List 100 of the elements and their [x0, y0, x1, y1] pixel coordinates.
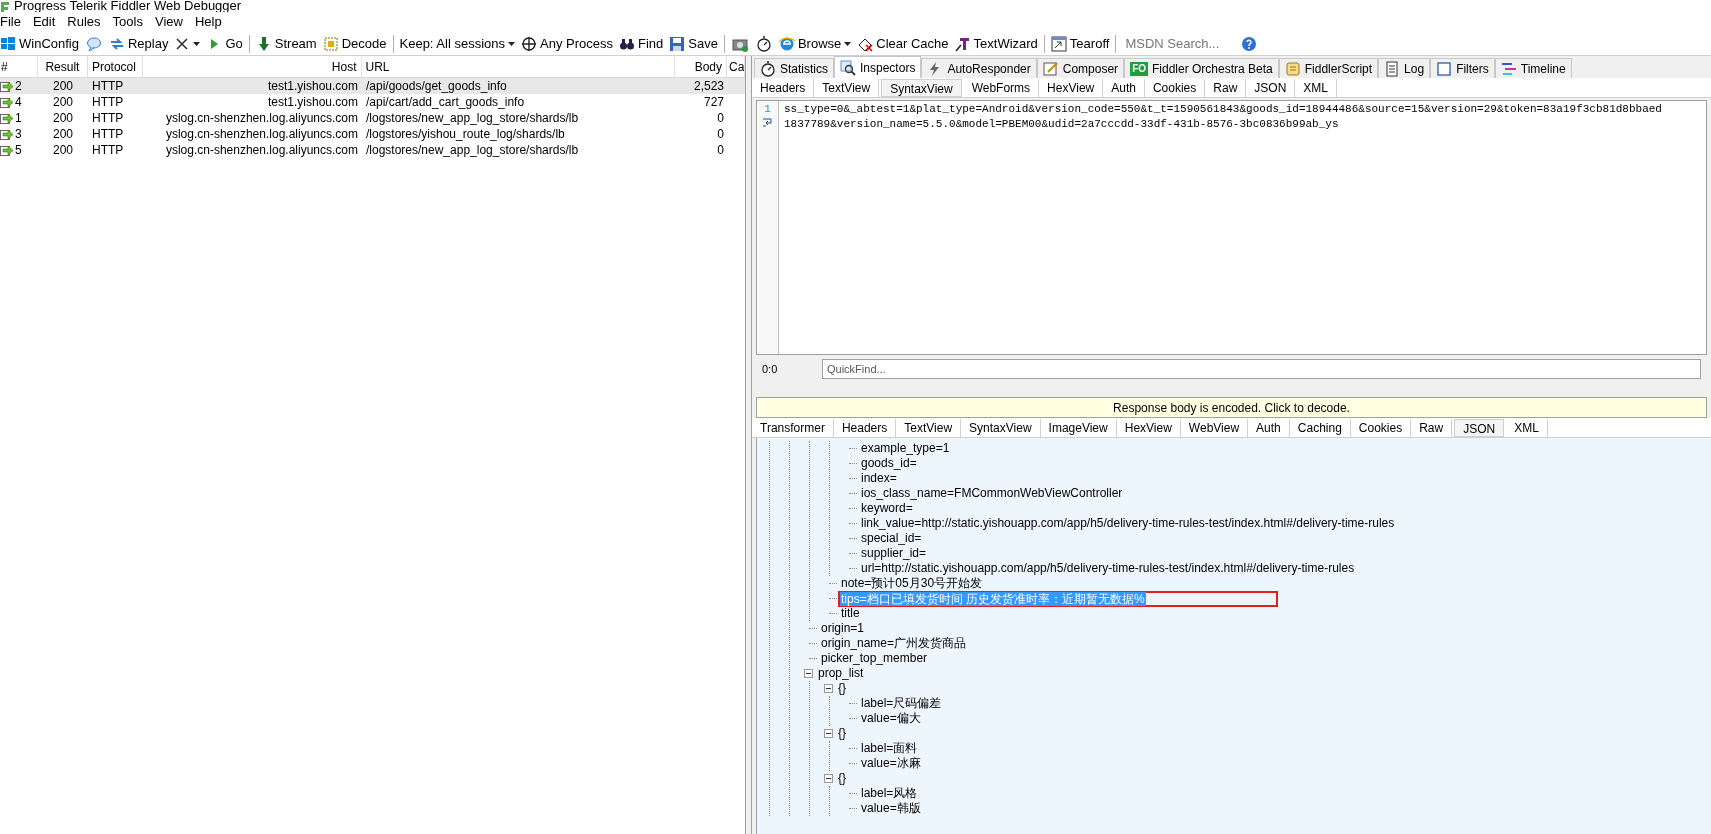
inspector-tab[interactable]: Timeline — [1494, 58, 1572, 78]
tree-node[interactable]: label=面料 — [860, 741, 919, 756]
tree-node[interactable]: keyword= — [860, 501, 914, 516]
inspector-tab[interactable]: FO Fiddler Orchestra Beta — [1124, 58, 1279, 78]
view-tab[interactable]: Transformer — [752, 418, 834, 437]
view-tab[interactable]: Headers — [833, 418, 897, 437]
session-row[interactable]: 1 200 HTTP yslog.cn-shenzhen.log.aliyuncs.com /logstores/new_app_log_store/shards/lb 0 — [0, 110, 745, 126]
tree-node[interactable]: label=风格 — [860, 786, 919, 801]
column-header[interactable]: Ca — [727, 56, 746, 77]
tree-node[interactable]: goods_id= — [860, 456, 918, 471]
table-cell: 5 — [15, 142, 22, 158]
toolbar-dropdown[interactable]: Keep: All sessions — [399, 32, 515, 55]
view-tab[interactable]: WebForms — [963, 78, 1040, 97]
decode-banner[interactable]: Response body is encoded. Click to decode. — [756, 397, 1707, 418]
tree-node[interactable]: special_id= — [860, 531, 923, 546]
toolbar-button[interactable]: Decode — [322, 32, 387, 55]
view-tab[interactable]: Auth — [1248, 418, 1290, 437]
toolbar-button[interactable]: Tearoff — [1050, 32, 1110, 55]
menu-item[interactable]: Rules — [67, 12, 101, 32]
toolbar-button[interactable]: Clear Cache — [857, 32, 949, 55]
toolbar-button[interactable]: Any Process — [521, 32, 613, 55]
tree-node[interactable]: url=http://static.yishouapp.com/app/h5/delivery-time-rules-test/index.html#/delivery-time-rules — [860, 561, 1356, 576]
toolbar-button[interactable]: Stream — [255, 32, 317, 55]
toolbar-button[interactable]: Replay — [108, 32, 169, 55]
toolbar-button[interactable]: Save — [669, 32, 718, 55]
view-tab[interactable]: WebView — [1180, 418, 1249, 437]
table-cell-text: 0 — [716, 110, 725, 126]
tree-node[interactable]: {} — [837, 771, 847, 786]
inspector-tab[interactable]: Composer — [1036, 58, 1125, 78]
session-row[interactable]: 5 200 HTTP yslog.cn-shenzhen.log.aliyuncs.com /logstores/new_app_log_store/shards/lb 0 — [0, 142, 745, 158]
menu-item[interactable]: Tools — [112, 12, 143, 32]
inspector-tab[interactable]: FiddlerScript — [1278, 58, 1379, 78]
column-header[interactable]: # — [0, 56, 38, 77]
view-tab[interactable]: HexView — [1116, 418, 1181, 437]
inspector-tab[interactable]: AutoResponder — [921, 58, 1037, 78]
table-cell-text: 0 — [716, 142, 725, 158]
collapse-icon[interactable] — [824, 684, 833, 693]
view-tab[interactable]: JSON — [1454, 418, 1505, 437]
tree-node[interactable]: note=预计05月30号开始发 — [840, 576, 984, 591]
tree-node[interactable]: index= — [860, 471, 898, 486]
view-tab[interactable]: TextView — [896, 418, 962, 437]
view-tab[interactable]: Auth — [1103, 78, 1145, 97]
view-tab[interactable]: HexView — [1039, 78, 1104, 97]
tree-node[interactable]: label=尺码偏差 — [860, 696, 943, 711]
collapse-icon[interactable] — [824, 774, 833, 783]
tree-node[interactable]: {} — [837, 681, 847, 696]
toolbar-button[interactable]: Go — [206, 32, 243, 55]
tree-node[interactable]: value=偏大 — [860, 711, 922, 726]
tree-node[interactable]: supplier_id= — [860, 546, 928, 561]
view-tab[interactable]: JSON — [1246, 78, 1296, 97]
tree-node[interactable]: origin_name=广州发货商品 — [820, 636, 968, 651]
session-arrow-icon — [0, 79, 14, 93]
tree-node[interactable]: ios_class_name=FMCommonWebViewController — [860, 486, 1124, 501]
inspector-tab[interactable]: Filters — [1430, 58, 1495, 78]
tree-node[interactable]: title — [840, 606, 861, 621]
tree-node[interactable]: picker_top_member — [820, 651, 929, 666]
inspector-tab[interactable]: Statistics — [754, 58, 834, 78]
column-header[interactable]: Host — [142, 56, 362, 77]
quickfind-field[interactable]: QuickFind... — [822, 359, 1701, 379]
menu-item[interactable]: Help — [194, 12, 222, 32]
tree-node[interactable]: link_value=http://static.yishouapp.com/app/h5/delivery-time-rules-test/index.html#/delivery-time-rules — [860, 516, 1396, 531]
collapse-icon[interactable] — [804, 669, 813, 678]
table-cell-text: HTTP — [91, 142, 125, 158]
toolbar-button[interactable]: TextWizard — [954, 32, 1038, 55]
view-tab[interactable]: Cookies — [1144, 78, 1206, 97]
view-tab[interactable]: ImageView — [1040, 418, 1117, 437]
column-header[interactable]: Body — [675, 56, 728, 77]
tree-node[interactable]: value=韩版 — [860, 801, 922, 816]
session-row[interactable]: 4 200 HTTP test1.yishou.com /api/cart/add_cart_goods_info 727 — [0, 94, 745, 110]
view-tab[interactable]: SyntaxView — [881, 78, 962, 97]
view-tab[interactable]: SyntaxView — [961, 418, 1041, 437]
toolbar-button[interactable]: WinConfig — [0, 32, 79, 55]
inspector-tab[interactable]: Log — [1378, 58, 1431, 78]
view-tab[interactable]: XML — [1295, 78, 1337, 97]
tree-node[interactable]: origin=1 — [820, 621, 866, 636]
column-header[interactable]: Protocol — [87, 56, 143, 77]
tree-node[interactable]: {} — [837, 726, 847, 741]
tree-node[interactable]: value=冰麻 — [860, 756, 922, 771]
inspector-tab[interactable]: Inspectors — [834, 56, 922, 78]
column-header[interactable]: Result — [37, 56, 88, 77]
column-header[interactable]: URL — [361, 56, 676, 77]
view-tab[interactable]: Headers — [752, 78, 815, 97]
tree-node[interactable]: prop_list — [817, 666, 865, 681]
windows-logo-icon — [0, 35, 16, 52]
table-cell-text: test1.yishou.com — [266, 94, 359, 110]
view-tab[interactable]: Cookies — [1350, 418, 1412, 437]
view-tab[interactable]: XML — [1506, 418, 1548, 437]
toolbar-button[interactable]: Find — [619, 32, 664, 55]
collapse-icon[interactable] — [824, 729, 833, 738]
view-tab[interactable]: TextView — [814, 78, 880, 97]
view-tab[interactable]: Raw — [1411, 418, 1453, 437]
menu-item[interactable]: Edit — [32, 12, 56, 32]
tree-node[interactable]: example_type=1 — [860, 441, 951, 456]
session-row[interactable]: 3 200 HTTP yslog.cn-shenzhen.log.aliyuncs.com /logstores/yishou_route_log/shards/lb 0 — [0, 126, 745, 142]
session-row[interactable]: 2 200 HTTP test1.yishou.com /api/goods/get_goods_info 2,523 — [0, 78, 745, 94]
menu-item[interactable]: View — [154, 12, 183, 32]
menu-item[interactable]: File — [0, 12, 21, 32]
view-tab[interactable]: Caching — [1289, 418, 1351, 437]
view-tab[interactable]: Raw — [1205, 78, 1247, 97]
toolbar-dropdown[interactable]: Browse — [778, 32, 852, 55]
